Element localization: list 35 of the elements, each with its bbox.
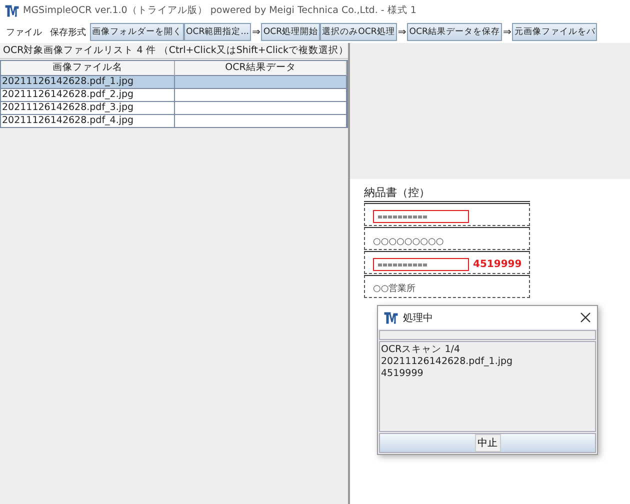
menu-item[interactable]: ファイル [2,26,46,38]
table-cell: 20211126142628.pdf_2.jpg [1,89,175,101]
log-line: 4519999 [381,368,424,380]
menu-item[interactable]: 保存形式 [46,26,90,38]
window-title: MGSimpleOCR ver.1.0（トライアル版） powered by Meigi Technica Co.,Ltd. - 様式 1 [23,4,416,17]
toolbar-button[interactable]: 選択のみOCR処理 [320,23,397,41]
log-line: 20211126142628.pdf_1.jpg [381,356,514,368]
log-line: OCRスキャン 1/4 [381,344,462,356]
toolbar-button[interactable]: OCR処理開始 [261,23,320,41]
toolbar-button[interactable]: 元画像ファイルをバ [512,23,598,41]
arrow-glyph: ⇒ [396,26,408,38]
toolbar-button[interactable]: OCR結果データを保存 [407,23,502,41]
list-caption: OCR対象画像ファイルリスト 4 件 （Ctrl+Click又はShift+Clickで複数選択） [0,43,348,59]
arrow-glyph: ⇒ [250,26,262,38]
toolbar-button[interactable]: 画像フォルダーを開く [90,23,184,41]
app-logo-icon [5,4,19,16]
close-icon[interactable] [580,312,591,323]
field-value: ○○○○○○○○○ [373,237,444,247]
stop-button[interactable]: 中止 [474,434,500,452]
table-cell: 20211126142628.pdf_4.jpg [1,115,175,127]
column-header[interactable]: 画像ファイル名 [1,61,175,76]
table-cell: 20211126142628.pdf_1.jpg [1,76,175,88]
table-row[interactable]: 20211126142628.pdf_1.jpg [1,76,347,89]
field-value: ○○営業所 [373,282,416,295]
arrow-glyph: ⇒ [502,26,512,38]
table-cell: 20211126142628.pdf_3.jpg [1,102,175,114]
document-title: 納品書（控） [364,185,530,202]
table-row[interactable]: 20211126142628.pdf_3.jpg [1,102,347,115]
toolbar-button[interactable]: OCR範囲指定... [184,23,251,41]
ocr-result: 4519999 [473,259,522,270]
column-header[interactable]: OCR結果データ [175,61,347,76]
table-row[interactable]: 20211126142628.pdf_4.jpg [1,115,347,128]
app-logo-icon [384,312,398,324]
dialog-title: 処理中 [403,312,434,324]
table-row[interactable]: 20211126142628.pdf_2.jpg [1,89,347,102]
